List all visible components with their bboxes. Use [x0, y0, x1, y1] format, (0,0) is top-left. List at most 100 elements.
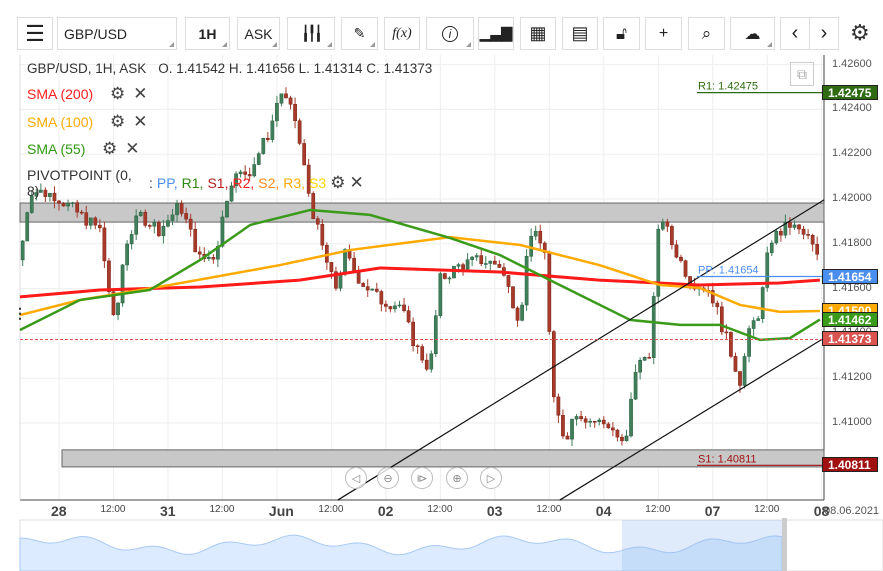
- nav-zoom-out-button[interactable]: ⊖: [377, 467, 399, 489]
- price-tag: 1.40811: [822, 457, 878, 473]
- candle: [138, 212, 143, 217]
- upload-button[interactable]: ☁: [730, 17, 775, 50]
- candle: [570, 418, 574, 440]
- candle: [216, 245, 220, 260]
- calendar-button[interactable]: ▦: [520, 17, 556, 50]
- scroll-right-button[interactable]: ›: [809, 17, 839, 50]
- close-icon[interactable]: ✕: [349, 173, 363, 193]
- crosshair-button[interactable]: +: [645, 17, 682, 50]
- pivot-label: S1: 1.40811: [698, 453, 757, 465]
- candle: [492, 260, 497, 265]
- settings-button[interactable]: ⚙: [850, 20, 870, 46]
- candle: [120, 264, 125, 304]
- candle: [769, 242, 774, 254]
- lock-button[interactable]: 🔓︎: [603, 17, 640, 50]
- info-button[interactable]: i: [426, 17, 474, 50]
- support-resistance-zone: [61, 449, 825, 468]
- candle: [361, 283, 366, 287]
- candle: [706, 290, 711, 292]
- pivot-s1: S1,: [207, 175, 229, 191]
- candle: [810, 235, 815, 245]
- draw-tools-button[interactable]: ✎: [341, 17, 378, 50]
- candle: [20, 240, 25, 261]
- candlestick-icon: ╽╿╽: [301, 25, 322, 41]
- candle: [279, 93, 284, 104]
- price-side-select[interactable]: ASK: [237, 17, 280, 50]
- candle: [334, 271, 338, 289]
- candle: [129, 234, 134, 245]
- candle: [452, 265, 456, 279]
- nav-zoom-in-button[interactable]: ⊕: [446, 467, 468, 489]
- nav-left-button[interactable]: ◁: [345, 467, 367, 489]
- candle: [633, 371, 638, 400]
- candle: [733, 356, 738, 372]
- candle: [601, 419, 606, 425]
- pivot-pp: PP,: [156, 175, 178, 191]
- candle: [583, 418, 588, 423]
- close-icon[interactable]: ✕: [133, 112, 147, 132]
- candle: [760, 287, 765, 319]
- candle: [116, 302, 120, 316]
- candle: [270, 120, 275, 140]
- candle: [188, 218, 193, 230]
- gear-icon[interactable]: ⚙: [110, 84, 125, 104]
- scroll-left-button[interactable]: ‹: [780, 17, 810, 50]
- indicator-label: SMA (100): [27, 114, 94, 130]
- candle: [293, 103, 297, 121]
- chevron-right-icon: ›: [820, 22, 828, 44]
- candle: [75, 202, 80, 213]
- close-icon[interactable]: ✕: [133, 84, 147, 104]
- candle: [729, 332, 733, 357]
- candle: [157, 222, 161, 237]
- candle: [365, 286, 370, 291]
- navigator-area: [19, 534, 783, 571]
- nav-fit-button[interactable]: ⧐: [411, 467, 433, 489]
- chart-type-button[interactable]: ╽╿╽: [287, 17, 335, 50]
- gear-icon[interactable]: ⚙: [110, 112, 125, 132]
- close-icon[interactable]: ✕: [125, 139, 139, 159]
- gear-icon: ⚙: [850, 20, 870, 45]
- fit-icon: ⧐: [416, 472, 428, 485]
- price-tag: 1.42475: [822, 84, 878, 100]
- menu-button[interactable]: ☰: [17, 17, 53, 50]
- candle: [756, 318, 761, 321]
- candle: [179, 203, 184, 214]
- indicators-button[interactable]: f(x): [384, 17, 420, 50]
- zoom-button[interactable]: ⌕: [688, 17, 725, 50]
- time-tick-label: 02: [377, 503, 394, 519]
- price-tick-label: 1.41800: [832, 236, 872, 249]
- candle: [742, 356, 747, 386]
- nav-right-button[interactable]: ▷: [480, 467, 502, 489]
- drag-handle-icon[interactable]: ⋮: [13, 305, 27, 322]
- sma200-line: [19, 266, 821, 299]
- candle: [597, 419, 602, 422]
- candle: [315, 218, 320, 225]
- candle: [202, 253, 207, 259]
- candle: [70, 202, 75, 204]
- time-tick-label: 12:00: [209, 504, 235, 515]
- news-button[interactable]: ▤: [562, 17, 598, 50]
- time-tick-label: 04: [595, 503, 612, 519]
- sma100-line: [19, 235, 820, 317]
- gear-icon[interactable]: ⚙: [102, 139, 117, 159]
- candle: [261, 137, 266, 154]
- candle: [483, 263, 488, 265]
- candle: [465, 259, 470, 270]
- candle: [683, 260, 688, 277]
- support-resistance-zone: [19, 202, 825, 223]
- candle: [651, 296, 656, 358]
- candle: [175, 203, 179, 216]
- pivot-r1: R1,: [181, 175, 204, 191]
- candle: [397, 304, 402, 307]
- gear-icon[interactable]: ⚙: [330, 173, 345, 193]
- candle: [343, 249, 347, 275]
- candle: [352, 257, 356, 272]
- time-tick-label: 12:00: [754, 504, 780, 515]
- news-icon: ▤: [571, 23, 589, 43]
- symbol-select[interactable]: GBP/USD: [57, 17, 177, 50]
- volume-button[interactable]: ▁▃▇: [478, 17, 514, 50]
- timeframe-select[interactable]: 1H: [185, 17, 230, 50]
- price-tick-label: 1.42600: [832, 57, 872, 70]
- expand-icon[interactable]: ⧉: [790, 62, 814, 86]
- candle: [193, 229, 198, 253]
